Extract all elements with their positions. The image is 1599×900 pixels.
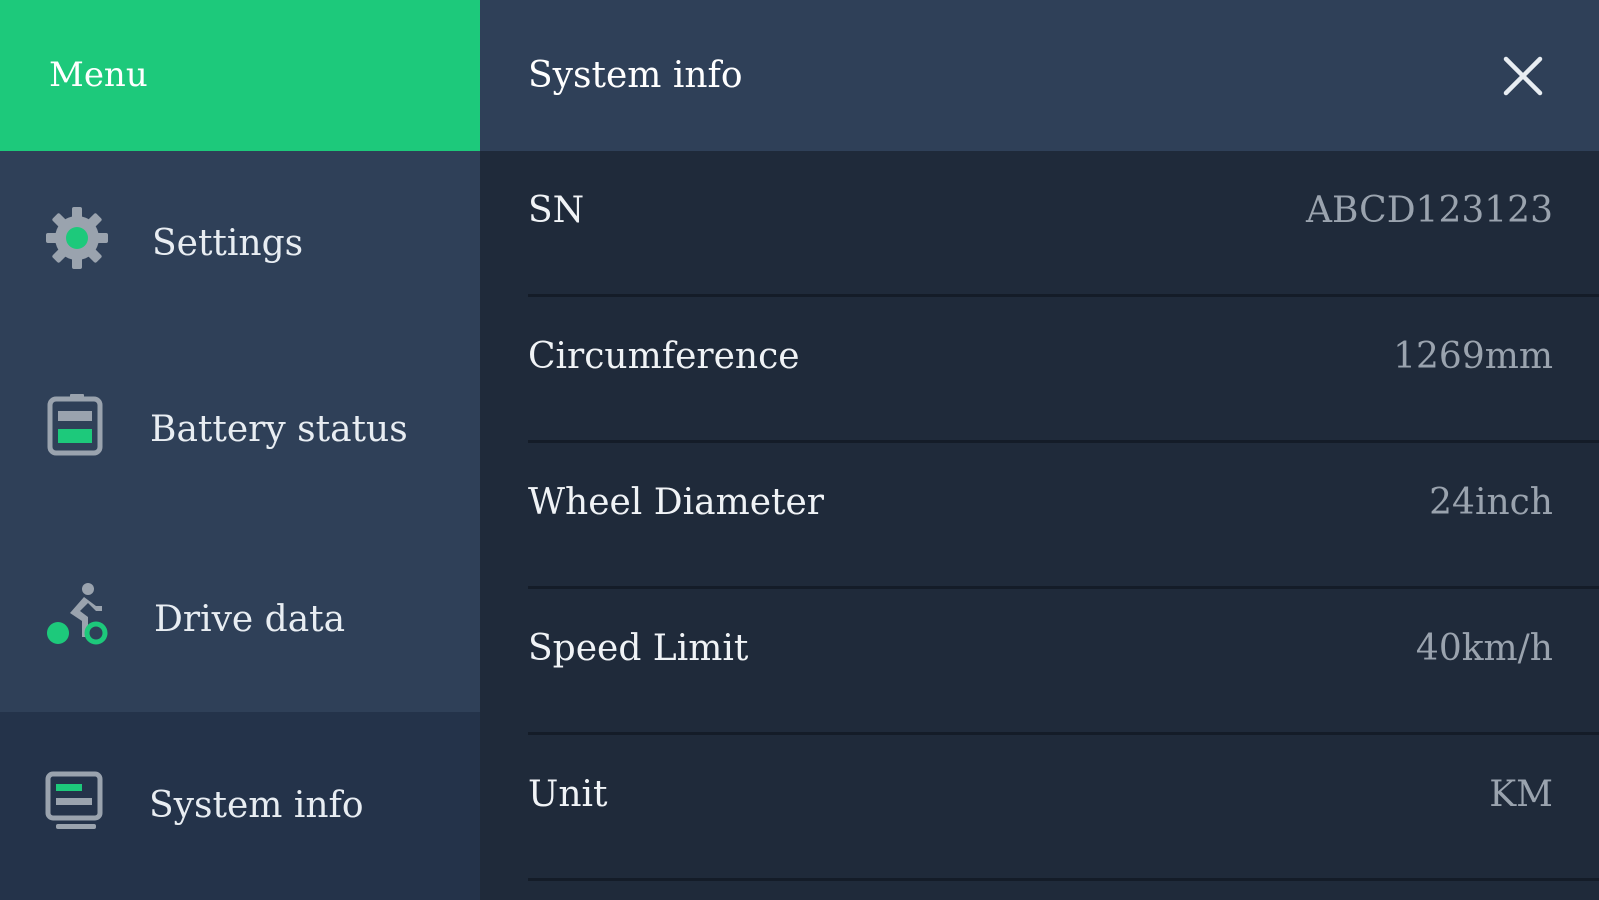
info-row-circumference: Circumference 1269mm — [528, 297, 1599, 443]
sidebar: Menu Settings Battery status Drive data … — [0, 0, 480, 900]
info-label: Circumference — [528, 336, 800, 377]
info-row-unit: Unit KM — [528, 735, 1599, 881]
gear-icon — [44, 205, 110, 271]
sidebar-item-battery-status[interactable]: Battery status — [0, 338, 480, 525]
info-value: ABCD123123 — [1306, 190, 1553, 231]
sidebar-item-system-info[interactable]: System info — [0, 712, 480, 900]
info-value: KM — [1489, 774, 1553, 815]
info-value: 40km/h — [1415, 628, 1553, 669]
menu-header: Menu — [0, 0, 480, 151]
info-label: Unit — [528, 774, 608, 815]
info-label: Wheel Diameter — [528, 482, 825, 523]
monitor-icon — [44, 770, 110, 836]
info-row-speed-limit: Speed Limit 40km/h — [528, 589, 1599, 735]
info-label: Speed Limit — [528, 628, 749, 669]
menu-title: Menu — [49, 55, 148, 95]
battery-icon — [44, 391, 110, 457]
sidebar-item-label: Battery status — [150, 409, 408, 450]
sidebar-item-drive-data[interactable]: Drive data — [0, 525, 480, 712]
panel-header: System info — [480, 0, 1599, 151]
system-info-panel: System info SN ABCD123123 Circumference … — [480, 0, 1599, 900]
page-title: System info — [528, 55, 743, 96]
cyclist-icon — [44, 581, 110, 647]
sidebar-item-label: System info — [149, 785, 364, 826]
info-row-wheel-diameter: Wheel Diameter 24inch — [528, 443, 1599, 589]
info-row-sn: SN ABCD123123 — [528, 151, 1599, 297]
info-value: 1269mm — [1393, 336, 1553, 377]
close-icon[interactable] — [1501, 54, 1545, 98]
sidebar-item-label: Settings — [152, 223, 304, 264]
info-label: SN — [528, 190, 585, 231]
info-value: 24inch — [1429, 482, 1553, 523]
sidebar-item-label: Drive data — [154, 599, 346, 640]
sidebar-item-settings[interactable]: Settings — [0, 151, 480, 338]
